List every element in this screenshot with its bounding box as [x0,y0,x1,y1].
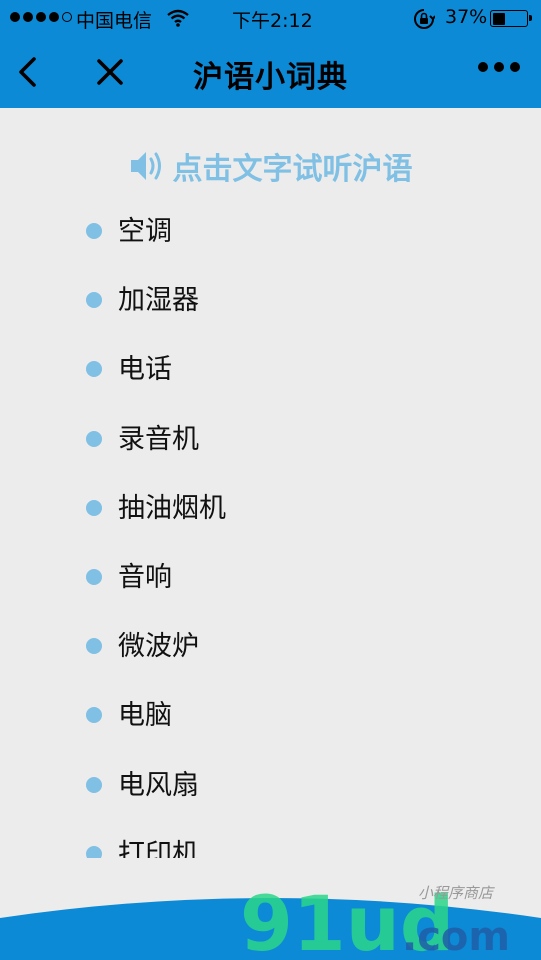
battery-icon [490,10,532,27]
wifi-icon [167,9,189,27]
rotation-lock-icon [414,9,435,29]
bullet-icon [86,776,102,793]
word-label[interactable]: 音响 [118,558,172,598]
bullet-icon [86,707,102,724]
speaker-icon [130,152,161,180]
word-label[interactable]: 微波炉 [118,627,199,667]
watermark-domain: .com [402,914,510,960]
watermark-tagline: 小程序商店 [418,884,495,902]
listen-hint-text: 点击文字试听沪语 [172,152,413,187]
status-bar: 中国电信 下午2:12 37% [0,0,541,36]
word-label[interactable]: 空调 [118,212,172,252]
listen-hint: 点击文字试听沪语 [0,144,541,188]
signal-strength-icon [10,12,72,22]
word-item[interactable]: 电话 [86,350,226,419]
word-label[interactable]: 电话 [118,350,172,390]
word-item[interactable]: 空调 [86,212,226,281]
word-label[interactable]: 录音机 [118,420,199,460]
nav-bar: 沪语小词典 [0,36,541,108]
word-item[interactable]: 微波炉 [86,627,226,696]
bullet-icon [86,430,102,447]
word-item[interactable]: 加湿器 [86,281,226,350]
word-label[interactable]: 电脑 [118,696,172,736]
word-label[interactable]: 抽油烟机 [118,489,226,529]
bullet-icon [86,568,102,585]
bullet-icon [86,292,102,309]
page-title: 沪语小词典 [193,60,348,95]
word-item[interactable]: 打印机 [86,835,226,858]
watermark-banner: 91ud .com 小程序商店 [0,858,541,960]
word-item[interactable]: 录音机 [86,420,226,489]
battery-level-fill [492,12,505,25]
word-label[interactable]: 加湿器 [118,281,199,321]
bullet-icon [86,845,102,858]
word-item[interactable]: 抽油烟机 [86,489,226,558]
bullet-icon [86,361,102,378]
word-list-panel: 点击文字试听沪语 空调加湿器电话录音机抽油烟机音响微波炉电脑电风扇打印机 [0,108,541,858]
word-label[interactable]: 电风扇 [118,766,199,806]
clock: 下午2:12 [232,10,313,32]
more-icon[interactable] [478,62,520,72]
word-item[interactable]: 音响 [86,558,226,627]
bullet-icon [86,638,102,655]
carrier-name: 中国电信 [76,10,153,32]
word-list: 空调加湿器电话录音机抽油烟机音响微波炉电脑电风扇打印机 [86,212,226,858]
word-item[interactable]: 电风扇 [86,766,226,835]
word-item[interactable]: 电脑 [86,696,226,765]
battery-percent: 37% [445,6,488,28]
bullet-icon [86,223,102,239]
word-label[interactable]: 打印机 [118,835,199,858]
bullet-icon [86,499,102,516]
